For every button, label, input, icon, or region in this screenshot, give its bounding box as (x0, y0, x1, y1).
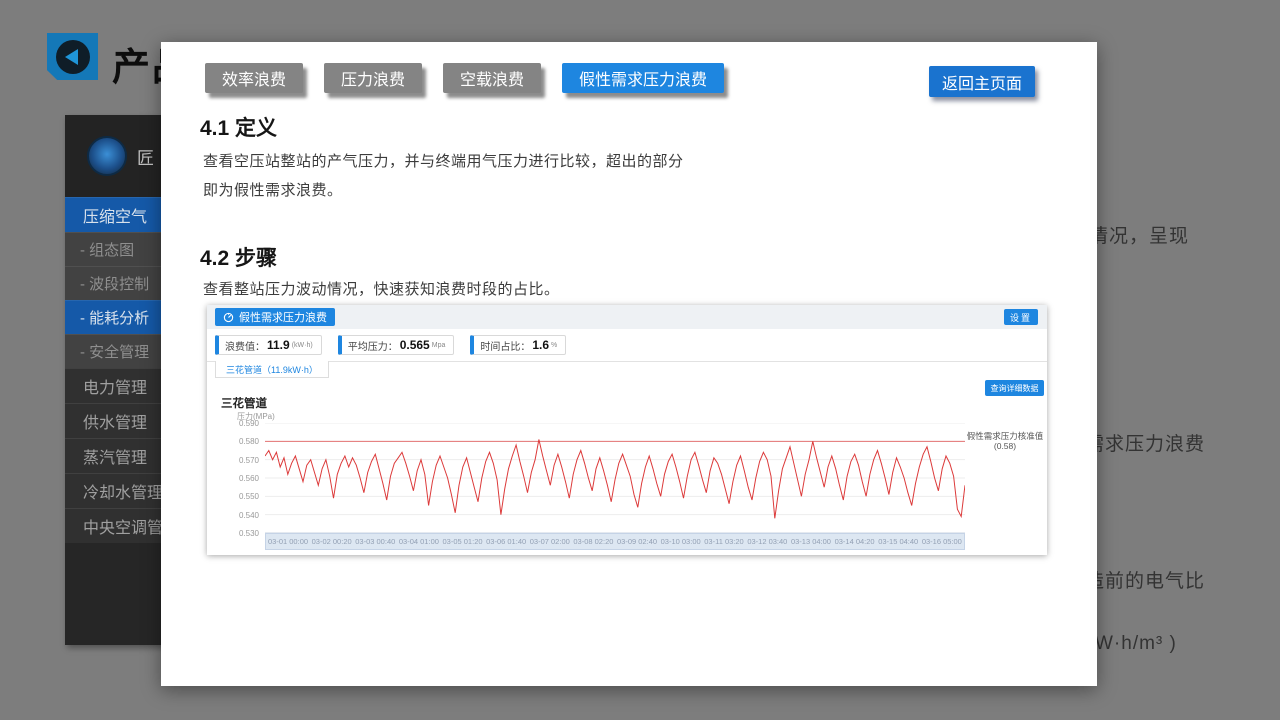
x-tick-label: 03-05 01:20 (443, 537, 483, 546)
x-tick-label: 03-07 02:00 (530, 537, 570, 546)
datazoom-slider[interactable]: 03-01 00:00 03-02 00:2003-03 00:40 03-04 0… (265, 533, 965, 550)
pipe-tab-sanhua[interactable]: 三花管道（11.9kW·h） (215, 361, 329, 378)
x-tick-label: 03-11 03:20 (704, 537, 743, 546)
x-tick-label: 03-09 02:40 (617, 537, 657, 546)
sidebar-item-7[interactable]: 蒸汽管理 (65, 438, 175, 473)
clipped-text-fragment: 情况，呈现 (1089, 221, 1189, 248)
sidebar-item-3[interactable]: - 能耗分析 (65, 300, 175, 334)
x-tick-label: 03-06 01:40 (486, 537, 526, 546)
sidebar-logo-label: 匠 (137, 144, 154, 169)
x-tick-label: 03-03 00:40 (355, 537, 395, 546)
sidebar-menu: 压缩空气- 组态图- 波段控制- 能耗分析- 安全管理电力管理供水管理蒸汽管理冷… (65, 197, 175, 543)
sidebar-item-6[interactable]: 供水管理 (65, 403, 175, 438)
gauge-icon (223, 312, 234, 323)
back-nav-icon[interactable] (47, 33, 98, 80)
waste-tab-0[interactable]: 效率浪费 (205, 63, 303, 93)
waste-tab-1[interactable]: 压力浪费 (324, 63, 422, 93)
sidebar-logo: 匠 (65, 115, 175, 197)
sidebar-item-9[interactable]: 中央空调管理 (65, 508, 175, 543)
x-tick-label: 03-13 04:00 (791, 537, 831, 546)
steps-paragraph: 查看整站压力波动情况，快速获知浪费时段的占比。 (203, 275, 560, 304)
sidebar-item-2[interactable]: - 波段控制 (65, 266, 175, 300)
y-tick-label: 0.550 (239, 492, 259, 501)
y-axis-tick-labels: 0.5900.5800.5700.5600.5500.5400.530 (225, 423, 261, 533)
query-detail-button[interactable]: 查询详细数据 (985, 380, 1044, 396)
stat-avg-pressure: 平均压力： 0.565 Mpa (338, 335, 455, 355)
x-tick-label: 03-15 04:40 (878, 537, 918, 546)
x-tick-label: 03-01 00:00 (268, 537, 308, 546)
sidebar-item-5[interactable]: 电力管理 (65, 368, 175, 403)
x-tick-label: 03-04 01:00 (399, 537, 439, 546)
tab-divider (207, 361, 1047, 362)
sidebar-item-1[interactable]: - 组态图 (65, 232, 175, 266)
y-tick-label: 0.570 (239, 456, 259, 465)
back-to-main-button[interactable]: 返回主页面 (929, 66, 1035, 97)
clipped-text-fragment: 需求压力浪费 (1085, 429, 1205, 456)
waste-tab-2[interactable]: 空载浪费 (443, 63, 541, 93)
x-tick-label: 03-08 02:20 (573, 537, 613, 546)
app-screenshot: 假性需求压力浪费 设置 浪费值： 11.9 (kW·h) 平均压力： 0.565… (207, 305, 1047, 555)
section-heading-definition: 4.1 定义 (200, 112, 277, 142)
clipped-text-fragment: 造前的电气比 (1085, 566, 1205, 593)
section-heading-steps: 4.2 步骤 (200, 242, 277, 272)
app-logo-icon (87, 136, 127, 176)
screen: 产品 匠 压缩空气- 组态图- 波段控制- 能耗分析- 安全管理电力管理供水管理… (0, 0, 1280, 720)
stats-row: 浪费值： 11.9 (kW·h) 平均压力： 0.565 Mpa 时间占比： 1… (215, 335, 566, 355)
y-tick-label: 0.540 (239, 511, 259, 520)
x-tick-label: 03-12 03:40 (747, 537, 787, 546)
x-tick-label: 03-10 03:00 (661, 537, 701, 546)
chart-title: 三花管道 (221, 395, 267, 411)
waste-tabs: 效率浪费压力浪费空载浪费假性需求压力浪费 (205, 63, 724, 93)
y-tick-label: 0.590 (239, 419, 259, 428)
reference-line-annotation: 假性需求压力核准值 (0.58) (965, 431, 1045, 451)
x-tick-label: 03-14 04:20 (835, 537, 875, 546)
definition-paragraph: 查看空压站整站的产气压力，并与终端用气压力进行比较，超出的部分 即为假性需求浪费… (203, 147, 684, 205)
sidebar: 匠 压缩空气- 组态图- 波段控制- 能耗分析- 安全管理电力管理供水管理蒸汽管… (65, 115, 175, 645)
y-tick-label: 0.530 (239, 529, 259, 538)
x-tick-label: 03-02 00:20 (312, 537, 352, 546)
y-tick-label: 0.580 (239, 437, 259, 446)
sidebar-item-0[interactable]: 压缩空气 (65, 197, 175, 232)
x-tick-label: 03-16 05:00 (922, 537, 962, 546)
sidebar-item-4[interactable]: - 安全管理 (65, 334, 175, 368)
sidebar-item-8[interactable]: 冷却水管理 (65, 473, 175, 508)
y-tick-label: 0.560 (239, 474, 259, 483)
stat-time-ratio: 时间占比： 1.6 % (470, 335, 566, 355)
stat-waste-value: 浪费值： 11.9 (kW·h) (215, 335, 322, 355)
waste-tab-3[interactable]: 假性需求压力浪费 (562, 63, 724, 93)
back-arrow-circle-icon (56, 40, 90, 74)
pressure-line-chart (265, 423, 965, 533)
waste-type-badge: 假性需求压力浪费 (215, 308, 335, 326)
detail-modal: 效率浪费压力浪费空载浪费假性需求压力浪费 返回主页面 4.1 定义 查看空压站整… (161, 42, 1097, 686)
clipped-text-fragment: W·h/m³ ) (1095, 633, 1177, 655)
settings-button[interactable]: 设置 (1004, 309, 1038, 325)
